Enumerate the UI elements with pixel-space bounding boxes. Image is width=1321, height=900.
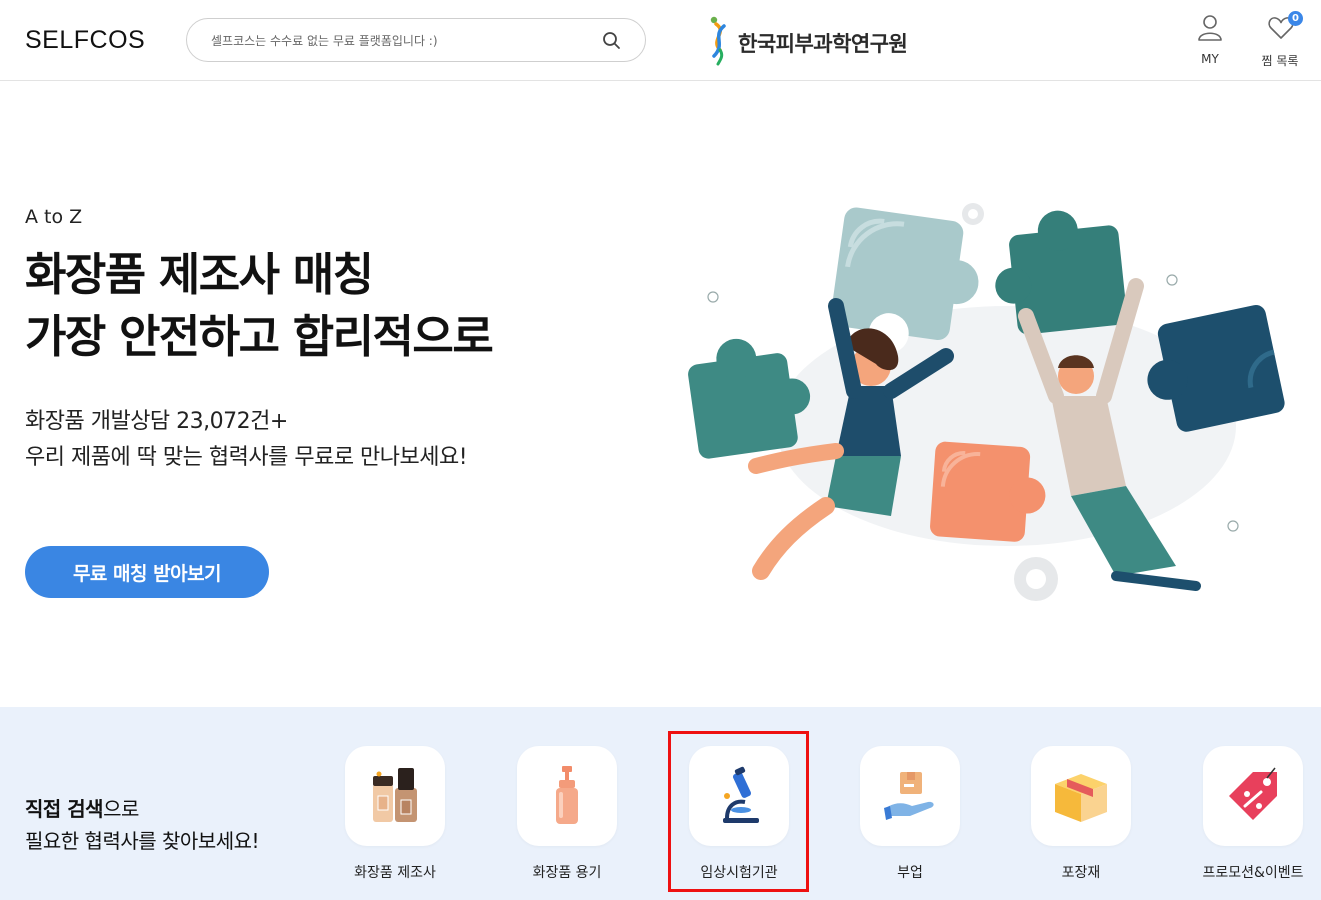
category-promotion-tile[interactable]	[1203, 746, 1303, 846]
category-promotion[interactable]: 프로모션&이벤트	[1193, 746, 1313, 896]
package-box-icon	[1055, 774, 1107, 822]
category-packaging-tile[interactable]	[1031, 746, 1131, 846]
header: SELFCOS 한국피부과학연구원 MY 0 찜 목록	[0, 0, 1321, 81]
category-side-job-tile[interactable]	[860, 746, 960, 846]
site-logo[interactable]: SELFCOS	[25, 26, 145, 55]
category-section: 직접 검색으로 필요한 협력사를 찾아보세요! 화장품 제조사 화장품 용기 임…	[0, 707, 1321, 900]
wishlist-count-badge: 0	[1288, 11, 1303, 26]
category-side-job[interactable]: 부업	[850, 746, 970, 896]
search-input[interactable]	[211, 30, 601, 52]
category-manufacturer[interactable]: 화장품 제조사	[335, 746, 455, 896]
category-title-bold: 직접 검색	[25, 797, 104, 821]
wishlist-button[interactable]: 0 찜 목록	[1250, 11, 1310, 70]
search-icon[interactable]	[601, 30, 623, 52]
my-button[interactable]: MY	[1180, 14, 1240, 70]
category-container-label: 화장품 용기	[532, 865, 602, 881]
wishlist-label: 찜 목록	[1261, 54, 1299, 68]
hero-eyebrow: A to Z	[25, 206, 83, 228]
search-bar	[186, 18, 646, 62]
category-manufacturer-tile[interactable]	[345, 746, 445, 846]
partner-name: 한국피부과학연구원	[738, 32, 908, 56]
category-container[interactable]: 화장품 용기	[507, 746, 627, 896]
category-title-rest: 으로	[103, 797, 139, 821]
category-side-job-label: 부업	[897, 865, 923, 881]
selection-highlight-box	[668, 731, 809, 892]
pump-bottle-icon	[556, 766, 578, 824]
hero-headline-line1: 화장품 제조사 매칭	[25, 248, 374, 301]
category-subtitle: 필요한 협력사를 찾아보세요!	[25, 829, 260, 853]
hero-subtitle-line2: 우리 제품에 딱 맞는 협력사를 무료로 만나보세요!	[25, 445, 468, 470]
category-packaging[interactable]: 포장재	[1021, 746, 1141, 896]
free-matching-button[interactable]: 무료 매칭 받아보기	[25, 546, 269, 598]
category-packaging-label: 포장재	[1061, 865, 1101, 881]
my-label: MY	[1201, 52, 1219, 66]
category-promotion-label: 프로모션&이벤트	[1202, 865, 1304, 881]
category-section-title: 직접 검색으로 필요한 협력사를 찾아보세요!	[25, 793, 260, 857]
foundation-bottles-icon	[373, 768, 417, 822]
category-container-tile[interactable]	[517, 746, 617, 846]
category-manufacturer-label: 화장품 제조사	[354, 865, 436, 881]
user-icon	[1198, 15, 1222, 41]
hand-box-icon	[884, 772, 934, 820]
dna-icon	[710, 16, 726, 66]
hero-headline: 화장품 제조사 매칭 가장 안전하고 합리적으로	[25, 244, 494, 368]
discount-tag-icon	[1229, 767, 1277, 820]
hero-headline-line2: 가장 안전하고 합리적으로	[25, 310, 494, 363]
hero-subtitle: 화장품 개발상담 23,072건+ 우리 제품에 딱 맞는 협력사를 무료로 만…	[25, 404, 468, 476]
hero-subtitle-line1: 화장품 개발상담 23,072건+	[25, 409, 288, 434]
puzzle-people-illustration	[688, 203, 1285, 601]
